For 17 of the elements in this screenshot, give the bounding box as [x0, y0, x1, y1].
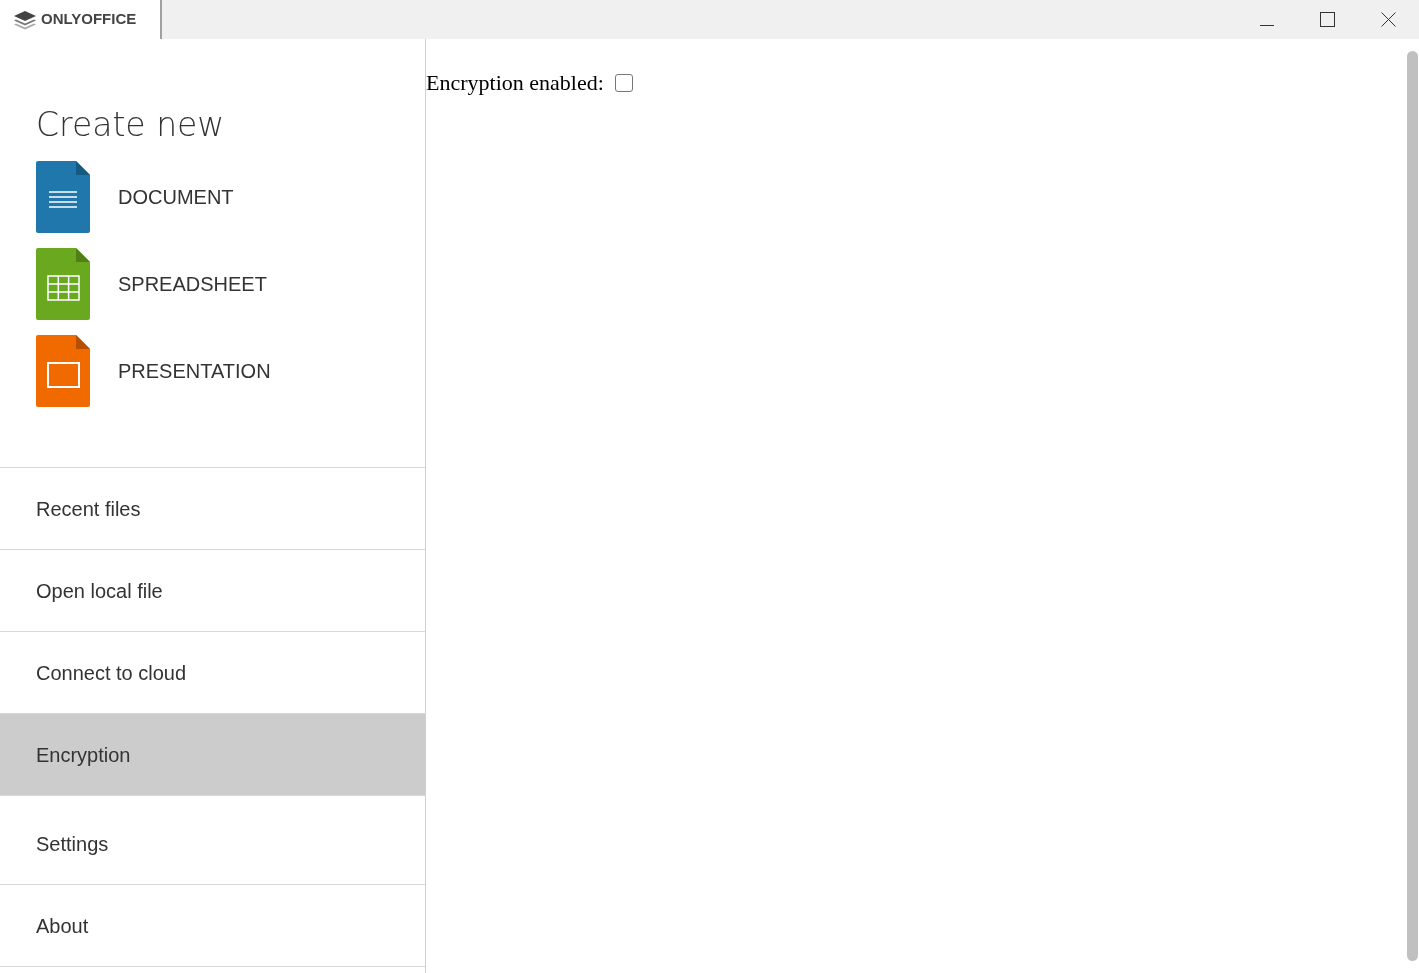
encryption-label: Encryption enabled: — [426, 69, 604, 97]
create-file-link[interactable]: DOCUMENT — [118, 182, 234, 212]
layers-logo-icon — [13, 9, 37, 30]
minimize-icon — [1259, 25, 1274, 26]
encryption-checkbox[interactable] — [614, 73, 633, 92]
close-icon — [1381, 12, 1396, 27]
presentation-file-icon — [36, 335, 90, 407]
app-name: ONLYOFFICE — [41, 9, 137, 30]
app-tab[interactable]: ONLYOFFICE — [0, 0, 162, 39]
scrollbar-thumb[interactable] — [1407, 51, 1418, 961]
document-file-icon — [36, 161, 90, 233]
create-new-heading: Create new — [36, 104, 226, 146]
create-file-link[interactable]: PRESENTATION — [118, 356, 271, 386]
spreadsheet-file-icon — [36, 248, 90, 320]
create-file-link[interactable]: SPREADSHEET — [118, 269, 267, 299]
sidebar-item[interactable]: Encryption — [0, 714, 425, 796]
maximize-icon — [1320, 12, 1335, 27]
